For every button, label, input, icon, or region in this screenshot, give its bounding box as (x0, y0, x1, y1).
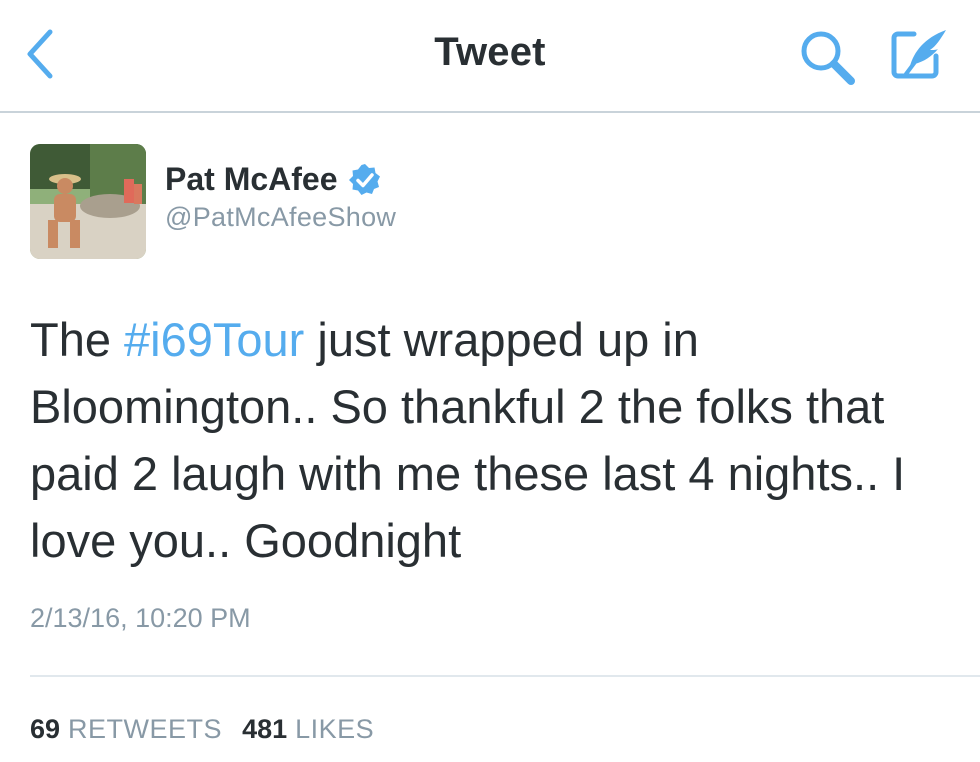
tweet-text-start: The (30, 313, 125, 366)
author-display-name[interactable]: Pat McAfee (165, 161, 382, 198)
compose-tweet-button[interactable] (888, 22, 954, 86)
verified-badge-icon (348, 163, 380, 195)
likes-stat[interactable]: 481 LIKES (242, 714, 374, 745)
compose-tweet-icon (891, 30, 946, 79)
likes-label: LIKES (295, 714, 375, 744)
search-icon (801, 31, 855, 85)
avatar[interactable] (30, 144, 146, 259)
tweet-text: The #i69Tour just wrapped up in Blooming… (30, 306, 960, 574)
retweets-label: RETWEETS (68, 714, 223, 744)
display-name-text: Pat McAfee (165, 161, 338, 197)
retweets-count: 69 (30, 714, 61, 744)
profile-photo (30, 144, 146, 259)
retweets-stat[interactable]: 69 RETWEETS (30, 714, 222, 745)
search-button[interactable] (798, 28, 858, 88)
tweet-timestamp: 2/13/16, 10:20 PM (30, 603, 251, 633)
navigation-bar: Tweet (0, 0, 980, 113)
author-handle[interactable]: @PatMcAfeeShow (165, 202, 396, 233)
divider (30, 675, 980, 677)
tweet-stats: 69 RETWEETS 481 LIKES (30, 714, 374, 745)
hashtag-link[interactable]: #i69Tour (124, 313, 304, 366)
likes-count: 481 (242, 714, 288, 744)
